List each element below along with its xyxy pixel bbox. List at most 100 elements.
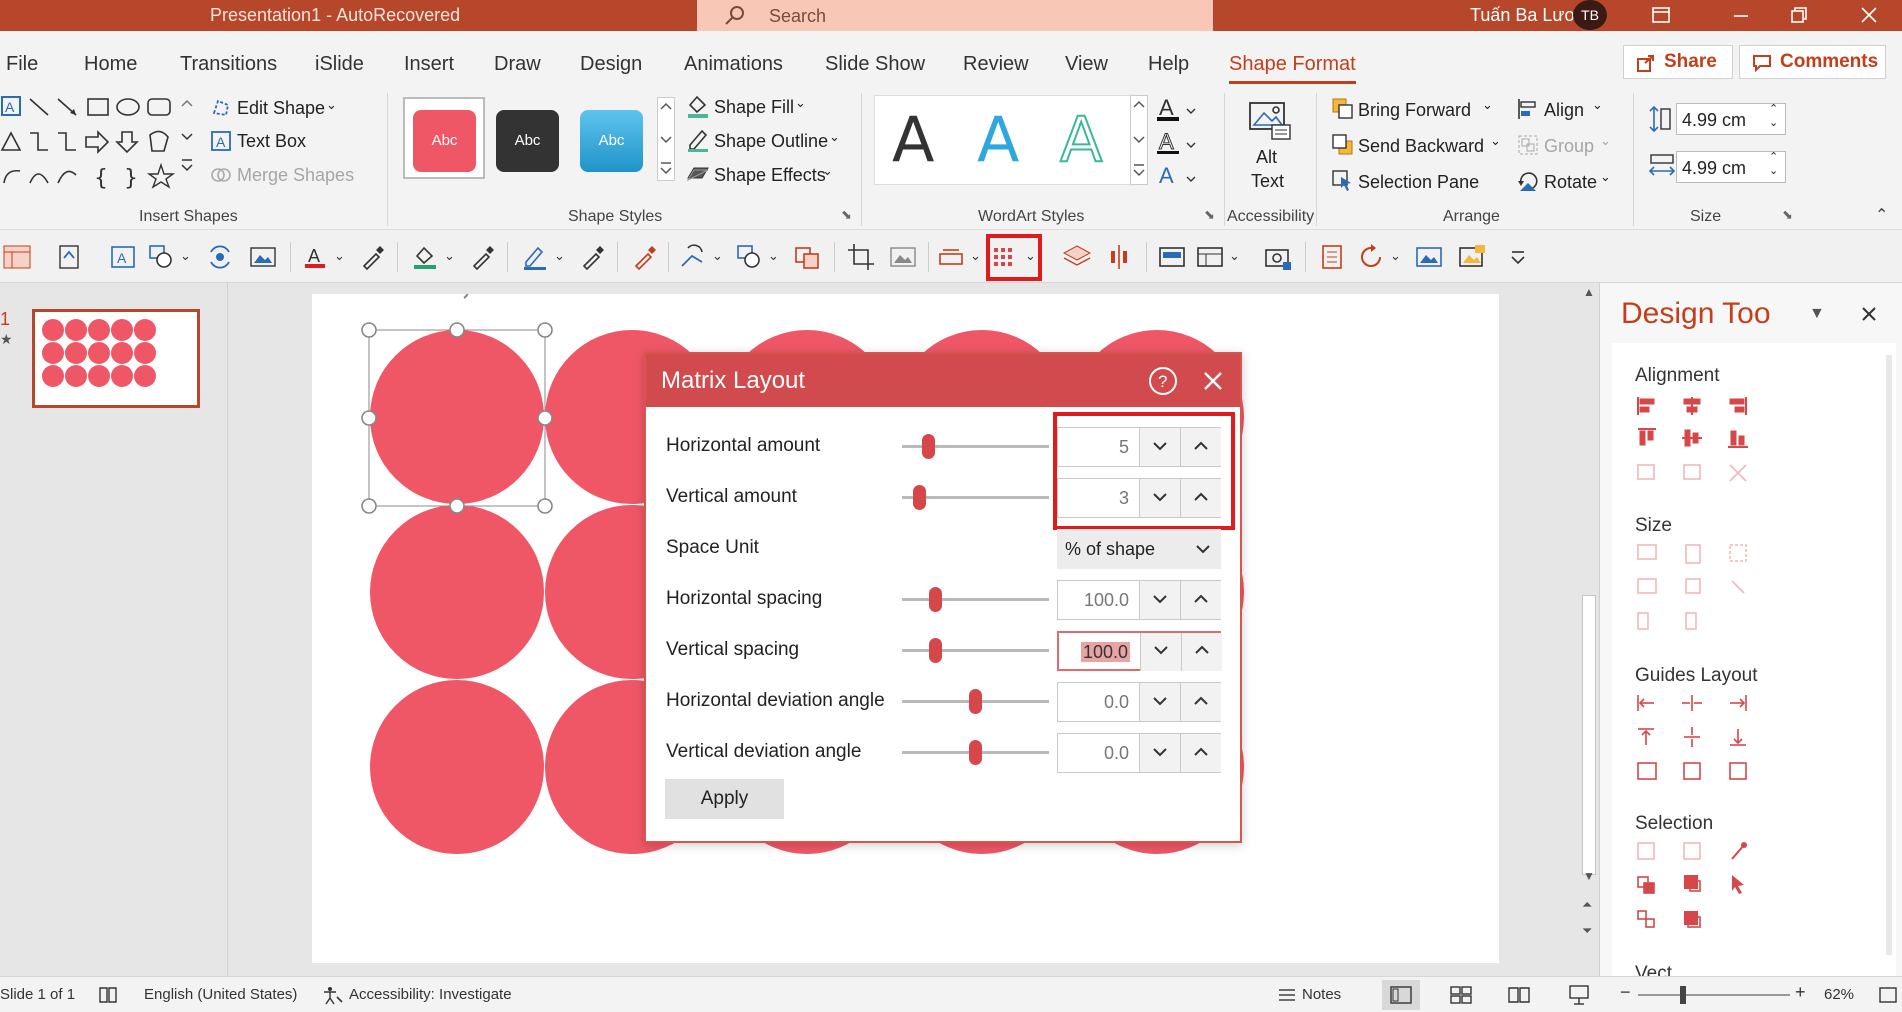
diagram-icon[interactable] — [1356, 242, 1386, 272]
zoom-in-icon[interactable]: + — [1795, 982, 1806, 1003]
tab-insert[interactable]: Insert — [404, 53, 454, 76]
circle-shape[interactable] — [370, 505, 544, 679]
tab-view[interactable]: View — [1065, 53, 1108, 76]
pane-menu-chevron-icon[interactable]: ▼ — [1809, 305, 1825, 323]
chevron-down-icon[interactable]: ⌄ — [444, 248, 455, 264]
horizontal-amount-slider[interactable] — [902, 434, 1049, 459]
vertical-scrollbar[interactable]: ▲ ▼ ⏶ ⏷ — [1579, 283, 1599, 976]
decrement-button[interactable] — [1140, 633, 1181, 671]
eyedropper-fill-icon[interactable] — [468, 242, 498, 272]
chevron-down-icon[interactable]: ⌄ — [554, 248, 565, 264]
language-status[interactable]: English (United States) — [144, 986, 297, 1003]
circle-shape[interactable] — [370, 680, 544, 854]
fill-color-icon[interactable] — [410, 242, 440, 272]
chevron-down-icon[interactable]: ⌄ — [970, 248, 981, 264]
slide-sorter-icon[interactable] — [1450, 986, 1472, 1004]
scroll-up-icon[interactable]: ▲ — [1583, 285, 1595, 299]
vertical-deviation-spinner[interactable]: 0.0 — [1057, 733, 1221, 773]
space-unit-select[interactable]: % of shape — [1057, 529, 1221, 569]
font-color-icon[interactable]: A — [300, 242, 330, 272]
accessibility-icon[interactable] — [322, 985, 344, 1005]
customize-toolbar-icon[interactable] — [1503, 242, 1533, 272]
horizontal-deviation-spinner[interactable]: 0.0 — [1057, 682, 1221, 722]
vertical-spacing-slider[interactable] — [902, 638, 1049, 663]
ribbon-display-icon[interactable] — [1649, 3, 1673, 27]
slider-knob[interactable] — [969, 740, 982, 765]
vertical-spacing-spinner[interactable]: 100.0 — [1057, 631, 1222, 671]
picture-icon[interactable] — [248, 242, 278, 272]
tab-shape-format[interactable]: Shape Format — [1229, 53, 1356, 84]
collapse-ribbon-icon[interactable]: ⌃ — [1875, 205, 1888, 225]
close-pane-icon[interactable] — [1860, 305, 1878, 323]
textbox-icon[interactable]: A — [108, 242, 138, 272]
slide-thumbnail-1[interactable] — [32, 309, 200, 408]
text-fill-outline-effects[interactable]: A A A — [1157, 93, 1199, 193]
chevron-down-icon[interactable]: ⌄ — [768, 248, 779, 264]
chevron-down-icon[interactable]: ⌄ — [334, 248, 345, 264]
guides-layout-tools[interactable] — [1636, 693, 1756, 783]
shape-styles-scroll[interactable] — [657, 97, 675, 181]
spin-up-icon[interactable]: ⌃ — [1769, 102, 1778, 115]
dialog-launcher-icon[interactable]: ⬊ — [1782, 207, 1793, 223]
shapes-gallery[interactable]: A { } — [0, 95, 175, 189]
next-slide-icon[interactable]: ⏷ — [1582, 923, 1592, 939]
image-library-icon[interactable] — [1414, 242, 1444, 272]
connector-icon[interactable] — [678, 242, 708, 272]
horizontal-deviation-slider[interactable] — [902, 689, 1049, 714]
chevron-down-icon[interactable]: ⌄ — [180, 248, 191, 264]
selection-tools[interactable] — [1636, 841, 1756, 931]
comments-button[interactable]: Comments — [1739, 45, 1886, 79]
horizontal-spacing-slider[interactable] — [902, 587, 1049, 612]
tab-help[interactable]: Help — [1148, 53, 1189, 76]
zoom-slider-thumb[interactable] — [1680, 986, 1686, 1004]
stack-icon[interactable] — [936, 242, 966, 272]
increment-button[interactable] — [1180, 581, 1221, 619]
vertical-deviation-slider[interactable] — [902, 740, 1049, 765]
crop-icon[interactable] — [846, 242, 876, 272]
spin-up-icon[interactable]: ⌃ — [1769, 150, 1778, 163]
shape-height-input[interactable]: 4.99 cm ⌃ ⌄ — [1676, 103, 1786, 135]
eyedropper-icon[interactable] — [358, 242, 388, 272]
layers-icon[interactable] — [1062, 242, 1092, 272]
spelling-icon[interactable] — [98, 985, 118, 1005]
layout-icon[interactable] — [2, 242, 32, 272]
spin-down-icon[interactable]: ⌄ — [1769, 116, 1778, 129]
wordart-style-black[interactable]: A — [892, 103, 934, 176]
tab-islide[interactable]: iSlide — [315, 53, 364, 76]
image-tool-icon[interactable] — [888, 242, 918, 272]
decrement-button[interactable] — [1139, 581, 1180, 619]
dialog-launcher-icon[interactable]: ⬊ — [841, 207, 852, 223]
tab-home[interactable]: Home — [84, 53, 137, 76]
apply-button[interactable]: Apply — [665, 779, 784, 819]
icon-library-icon[interactable] — [1457, 242, 1487, 272]
vertical-deviation-value[interactable]: 0.0 — [1058, 734, 1139, 772]
zoom-level[interactable]: 62% — [1824, 986, 1854, 1003]
shapes-gallery-scroll[interactable] — [179, 96, 195, 178]
screenshot-icon[interactable] — [1263, 242, 1293, 272]
increment-button[interactable] — [1181, 633, 1222, 671]
slides-library-icon[interactable] — [1317, 242, 1347, 272]
scroll-down-icon[interactable]: ▼ — [1583, 869, 1595, 883]
eyedropper-line-icon[interactable] — [578, 242, 608, 272]
circle-shape[interactable] — [370, 330, 544, 504]
tab-slide-show[interactable]: Slide Show — [825, 53, 925, 76]
slider-knob[interactable] — [928, 587, 942, 612]
frame-icon[interactable] — [1157, 242, 1187, 272]
increment-button[interactable] — [1180, 683, 1221, 721]
tab-file[interactable]: File — [6, 53, 38, 76]
tab-transitions[interactable]: Transitions — [180, 53, 277, 76]
wordart-style-blue[interactable]: A — [977, 103, 1019, 176]
chevron-down-icon[interactable]: ⌄ — [712, 248, 723, 264]
horizontal-deviation-value[interactable]: 0.0 — [1058, 683, 1139, 721]
style-swatch-blue[interactable]: Abc — [580, 110, 643, 172]
line-color-icon[interactable] — [520, 242, 550, 272]
wordart-scroll[interactable] — [1130, 95, 1148, 185]
slideshow-view-icon[interactable] — [1568, 984, 1590, 1006]
style-swatch-dark[interactable]: Abc — [496, 110, 559, 172]
zoom-slider[interactable] — [1638, 994, 1790, 996]
dialog-close-icon[interactable] — [1202, 370, 1224, 392]
restore-icon[interactable] — [1787, 3, 1811, 27]
tab-draw[interactable]: Draw — [494, 53, 541, 76]
color-picker-icon[interactable] — [630, 242, 660, 272]
export-icon[interactable] — [54, 242, 84, 272]
